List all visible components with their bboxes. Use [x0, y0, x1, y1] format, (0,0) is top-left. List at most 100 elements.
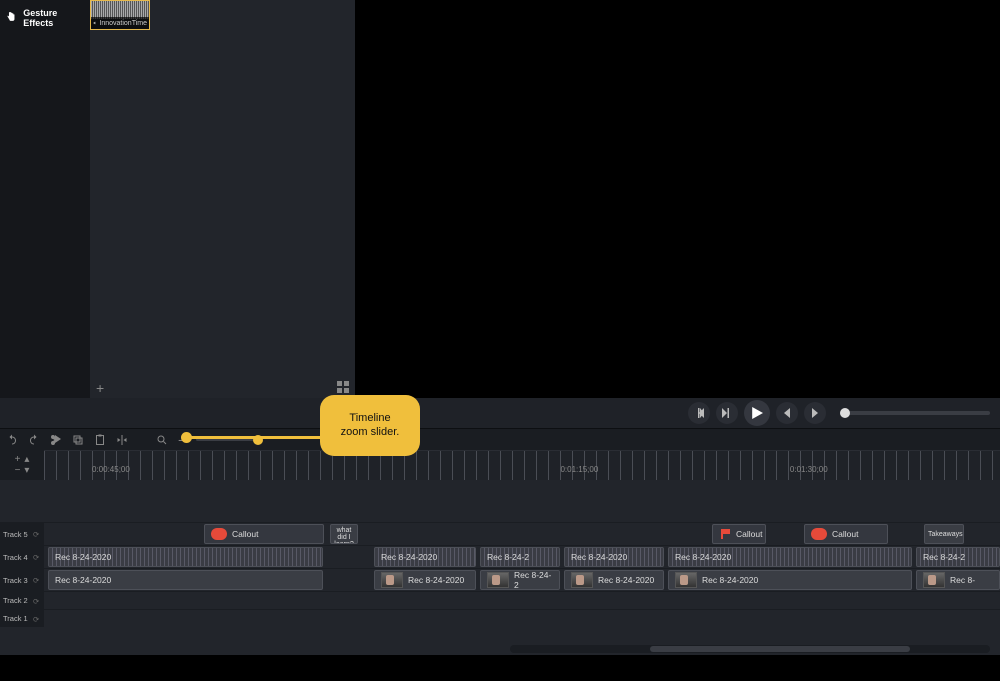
track-3: Track 3 ⟳ Rec 8-24-2020 Rec 8-24-2020 Rec 8… — [0, 568, 1000, 591]
timeline-clip[interactable]: Rec 8-24-2020 — [374, 570, 476, 590]
timeline-clip[interactable]: Rec 8- — [916, 570, 1000, 590]
track-options-icon[interactable]: ⟳ — [33, 615, 41, 623]
callout-cloud-icon — [211, 528, 227, 540]
category-gesture-effects[interactable]: Gesture Effects — [0, 0, 90, 36]
track-down-icon[interactable]: ▾ — [24, 465, 29, 476]
timeline-clip[interactable]: Rec 8-24-2020 — [668, 570, 912, 590]
playback-bar — [0, 398, 1000, 428]
track-header[interactable]: Track 3 ⟳ — [0, 569, 44, 591]
clip-label: Rec 8-24-2 — [487, 552, 529, 562]
timeline-horizontal-scrollbar[interactable] — [510, 645, 990, 653]
clip-label: Callout — [232, 529, 258, 539]
grid-view-icon[interactable] — [337, 381, 349, 396]
track-name: Track 1 — [3, 614, 28, 623]
clip-label: Rec 8-24-2020 — [55, 552, 111, 562]
media-bin: Gesture Effects InnovationTime + — [0, 0, 355, 398]
timeline-clip[interactable]: Rec 8-24-2 — [916, 547, 1000, 567]
timeline-clip[interactable]: Rec 8-24-2020 — [564, 570, 664, 590]
preview-canvas[interactable] — [355, 0, 1000, 398]
timeline-toolbar: − — [0, 428, 1000, 450]
clip-label: Rec 8- — [950, 575, 975, 585]
track-5: Track 5 ⟳ Callout So what did I learn? Call… — [0, 522, 1000, 545]
track-name: Track 4 — [3, 553, 28, 562]
timeline-clip[interactable]: Rec 8-24-2020 — [564, 547, 664, 567]
undo-icon[interactable] — [6, 434, 18, 446]
track-add-icon[interactable]: + — [15, 454, 21, 465]
ruler-time-label: 0:01:30;00 — [790, 465, 828, 474]
timeline-tracks: Track 5 ⟳ Callout So what did I learn? Call… — [0, 480, 1000, 655]
redo-icon[interactable] — [28, 434, 40, 446]
add-media-icon[interactable]: + — [96, 380, 104, 396]
timeline-clip[interactable]: Rec 8-24-2020 — [374, 547, 476, 567]
timeline-ruler: +▴ −▾ 0:00:45;00 0:01:15;00 0:01:30;00 — [0, 450, 1000, 480]
speaker-icon — [93, 19, 97, 27]
track-remove-icon[interactable]: − — [15, 465, 21, 476]
track-1: Track 1 ⟳ — [0, 609, 1000, 627]
video-thumb-icon — [381, 572, 403, 588]
cut-icon[interactable] — [50, 434, 62, 446]
track-name: Track 2 — [3, 596, 28, 605]
media-clip-thumbnail[interactable]: InnovationTime — [90, 0, 150, 30]
timeline-clip[interactable]: Rec 8-24-2 — [480, 570, 560, 590]
timeline-clip[interactable]: So what did I learn? — [330, 524, 358, 544]
callout-flag-icon — [719, 528, 731, 540]
timeline-clip[interactable]: Callout — [712, 524, 766, 544]
timeline-clip[interactable]: Takeaways! — [924, 524, 964, 544]
clip-label: Takeaways! — [928, 531, 964, 538]
zoom-icon — [156, 434, 168, 446]
track-header[interactable]: Track 4 ⟳ — [0, 546, 44, 568]
frame-forward-button[interactable] — [716, 402, 738, 424]
clip-label: Rec 8-24-2020 — [702, 575, 758, 585]
prev-clip-button[interactable] — [776, 402, 798, 424]
clip-label: Rec 8-24-2020 — [55, 575, 111, 585]
paste-icon[interactable] — [94, 434, 106, 446]
clip-label: Callout — [736, 529, 762, 539]
help-tooltip: Timeline zoom slider. — [320, 395, 420, 456]
split-icon[interactable] — [116, 434, 128, 446]
track-options-icon[interactable]: ⟳ — [33, 553, 41, 561]
track-name: Track 5 — [3, 530, 28, 539]
tooltip-text-line2: zoom slider. — [330, 425, 410, 439]
clip-label: Rec 8-24-2020 — [571, 552, 627, 562]
clip-label: So what did I learn? — [334, 524, 354, 544]
hand-icon — [4, 11, 17, 25]
media-clip-name: InnovationTime — [99, 20, 147, 27]
clip-label: Rec 8-24-2020 — [408, 575, 464, 585]
timeline-clip[interactable]: Rec 8-24-2020 — [48, 570, 323, 590]
preview-zoom-slider[interactable] — [840, 411, 990, 415]
media-categories: Gesture Effects — [0, 0, 90, 398]
track-options-icon[interactable]: ⟳ — [33, 530, 41, 538]
timeline-clip[interactable]: Rec 8-24-2 — [480, 547, 560, 567]
track-header[interactable]: Track 2 ⟳ — [0, 592, 44, 609]
clip-label: Rec 8-24-2 — [514, 570, 553, 590]
ruler-time-label: 0:00:45;00 — [92, 465, 130, 474]
ruler-left-controls: +▴ −▾ — [0, 450, 44, 480]
ruler-time-label: 0:01:15;00 — [560, 465, 598, 474]
timeline-clip[interactable]: Callout — [204, 524, 324, 544]
frame-back-button[interactable] — [688, 402, 710, 424]
track-header[interactable]: Track 1 ⟳ — [0, 610, 44, 627]
track-header[interactable]: Track 5 ⟳ — [0, 523, 44, 545]
timeline-clip[interactable]: Callout — [804, 524, 888, 544]
track-up-icon[interactable]: ▴ — [24, 454, 29, 465]
track-options-icon[interactable]: ⟳ — [33, 597, 41, 605]
tooltip-text-line1: Timeline — [330, 411, 410, 425]
media-bin-content[interactable]: InnovationTime + — [90, 0, 355, 398]
ruler-scale[interactable]: 0:00:45;00 0:01:15;00 0:01:30;00 — [44, 450, 1000, 480]
play-button[interactable] — [744, 400, 770, 426]
next-clip-button[interactable] — [804, 402, 826, 424]
track-name: Track 3 — [3, 576, 28, 585]
tooltip-connector-line — [186, 436, 324, 439]
copy-icon[interactable] — [72, 434, 84, 446]
track-options-icon[interactable]: ⟳ — [33, 576, 41, 584]
upper-area: Gesture Effects InnovationTime + — [0, 0, 1000, 398]
clip-label: Callout — [832, 529, 858, 539]
media-clip-label-row: InnovationTime — [91, 17, 149, 29]
track-2: Track 2 ⟳ — [0, 591, 1000, 609]
video-thumb-icon — [923, 572, 945, 588]
video-thumb-icon — [675, 572, 697, 588]
clip-label: Rec 8-24-2020 — [675, 552, 731, 562]
timeline-clip[interactable]: Rec 8-24-2020 — [48, 547, 323, 567]
video-thumb-icon — [571, 572, 593, 588]
timeline-clip[interactable]: Rec 8-24-2020 — [668, 547, 912, 567]
